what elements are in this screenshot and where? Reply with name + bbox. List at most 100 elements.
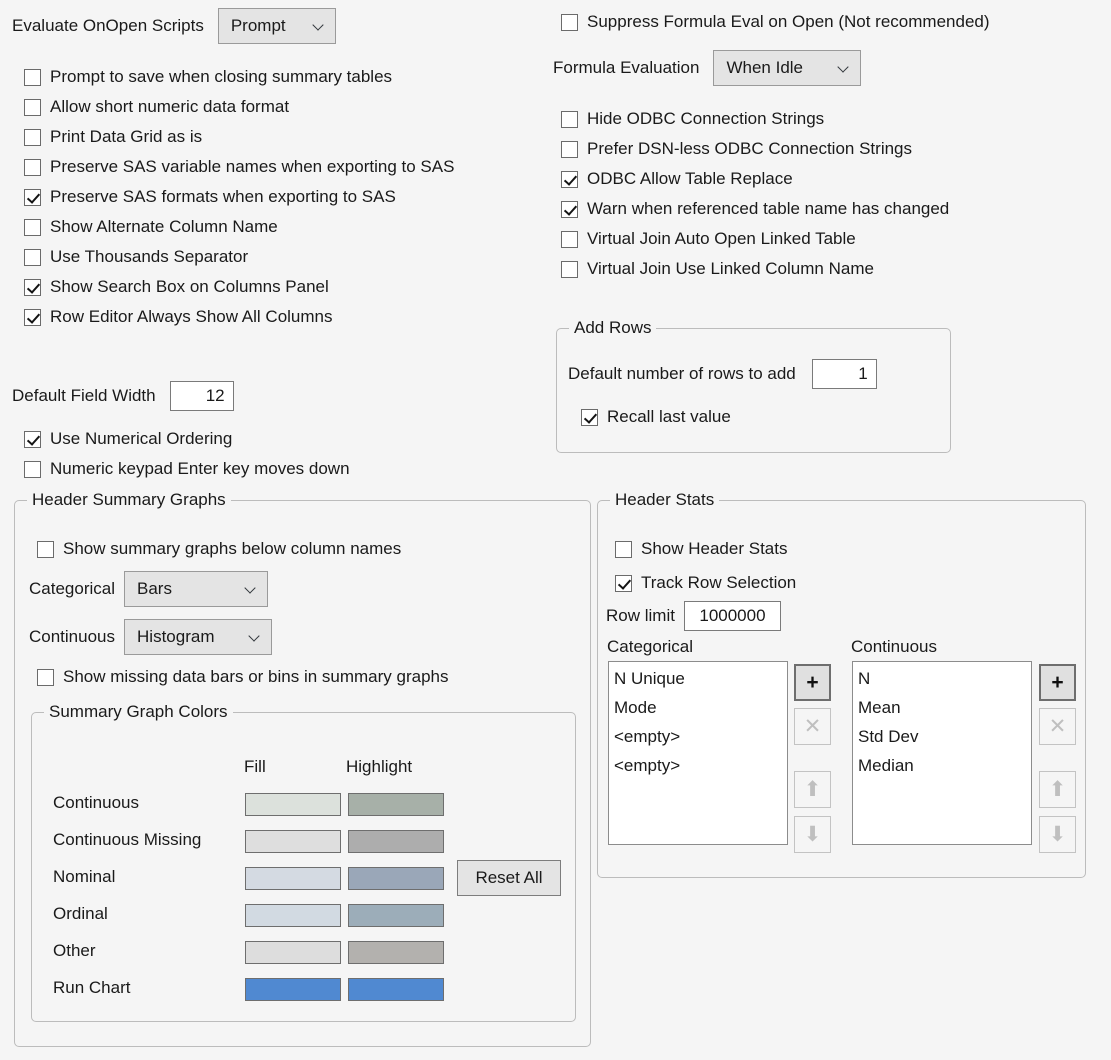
- highlight-swatch-nominal[interactable]: [348, 867, 444, 890]
- default-rows-input[interactable]: 1: [811, 359, 877, 389]
- checkbox-box[interactable]: [561, 200, 578, 218]
- categorical-move-up-button[interactable]: ⬆: [794, 771, 831, 808]
- highlight-swatch-ordinal[interactable]: [348, 904, 444, 927]
- continuous-move-down-button[interactable]: ⬇: [1039, 816, 1076, 853]
- highlight-swatch-continuous-missing[interactable]: [348, 830, 444, 853]
- checkbox-box[interactable]: [24, 158, 41, 176]
- checkbox-prefer-dsn-less-odbc[interactable]: Prefer DSN-less ODBC Connection Strings: [561, 134, 949, 164]
- evaluate-onopen-label: Evaluate OnOpen Scripts: [12, 16, 204, 35]
- checkbox-box[interactable]: [24, 98, 41, 116]
- checkbox-virtual-join-use-linked-column[interactable]: Virtual Join Use Linked Column Name: [561, 254, 949, 284]
- checkbox-box[interactable]: [37, 668, 54, 686]
- checkbox-box[interactable]: [24, 308, 41, 326]
- chevron-down-icon: [249, 631, 261, 643]
- continuous-add-button[interactable]: +: [1039, 664, 1076, 701]
- checkbox-allow-short-numeric[interactable]: Allow short numeric data format: [24, 92, 454, 122]
- checkbox-recall-last-value[interactable]: Recall last value: [581, 402, 731, 432]
- default-field-width-input[interactable]: 12: [169, 381, 234, 411]
- checkbox-box[interactable]: [24, 278, 41, 296]
- formula-evaluation-dropdown[interactable]: When Idle: [713, 50, 862, 86]
- checkbox-box[interactable]: [615, 574, 632, 592]
- reset-all-button[interactable]: Reset All: [457, 860, 561, 896]
- checkbox-box[interactable]: [24, 430, 41, 448]
- checkbox-box[interactable]: [24, 188, 41, 206]
- checkbox-odbc-allow-table-replace[interactable]: ODBC Allow Table Replace: [561, 164, 949, 194]
- checkbox-box[interactable]: [24, 248, 41, 266]
- checkbox-use-thousands-separator[interactable]: Use Thousands Separator: [24, 242, 454, 272]
- checkbox-box[interactable]: [37, 540, 54, 558]
- checkbox-box[interactable]: [561, 13, 578, 31]
- continuous-graph-dropdown[interactable]: Histogram: [124, 619, 273, 655]
- list-item[interactable]: Std Dev: [853, 722, 1031, 751]
- checkbox-label: Preserve SAS variable names when exporti…: [50, 157, 455, 176]
- evaluate-onopen-dropdown[interactable]: Prompt: [217, 8, 336, 44]
- header-summary-graphs-group: Header Summary Graphs Show summary graph…: [14, 490, 591, 1047]
- column-header-highlight: Highlight: [346, 757, 413, 776]
- left-checkbox-list: Prompt to save when closing summary tabl…: [24, 62, 454, 332]
- categorical-move-down-button[interactable]: ⬇: [794, 816, 831, 853]
- color-row-label: Continuous: [53, 793, 140, 812]
- list-item[interactable]: N: [853, 664, 1031, 693]
- plus-icon: +: [1051, 671, 1064, 694]
- checkbox-box[interactable]: [561, 260, 578, 278]
- checkbox-use-numerical-ordering[interactable]: Use Numerical Ordering: [24, 424, 350, 454]
- checkbox-show-search-box[interactable]: Show Search Box on Columns Panel: [24, 272, 454, 302]
- highlight-swatch-run-chart[interactable]: [348, 978, 444, 1001]
- continuous-remove-button[interactable]: ✕: [1039, 708, 1076, 745]
- checkbox-label: Use Numerical Ordering: [50, 429, 233, 448]
- checkbox-label: Show Alternate Column Name: [50, 217, 278, 236]
- fill-swatch-continuous[interactable]: [245, 793, 341, 816]
- checkbox-box[interactable]: [581, 408, 598, 426]
- checkbox-print-data-grid[interactable]: Print Data Grid as is: [24, 122, 454, 152]
- fill-swatch-continuous-missing[interactable]: [245, 830, 341, 853]
- checkbox-show-summary-graphs[interactable]: Show summary graphs below column names: [37, 534, 401, 564]
- continuous-stats-listbox[interactable]: N Mean Std Dev Median: [852, 661, 1032, 845]
- color-row-label: Ordinal: [53, 904, 108, 923]
- checkbox-box[interactable]: [561, 110, 578, 128]
- categorical-stats-listbox[interactable]: N Unique Mode <empty> <empty>: [608, 661, 788, 845]
- checkbox-box[interactable]: [24, 218, 41, 236]
- checkbox-box[interactable]: [561, 230, 578, 248]
- checkbox-show-missing-data-bars[interactable]: Show missing data bars or bins in summar…: [37, 662, 449, 692]
- chevron-down-icon: [313, 20, 325, 32]
- checkbox-box[interactable]: [24, 460, 41, 478]
- checkbox-hide-odbc-connection-strings[interactable]: Hide ODBC Connection Strings: [561, 104, 949, 134]
- fill-swatch-other[interactable]: [245, 941, 341, 964]
- checkbox-prompt-to-save[interactable]: Prompt to save when closing summary tabl…: [24, 62, 454, 92]
- highlight-swatch-other[interactable]: [348, 941, 444, 964]
- checkbox-numeric-keypad-enter[interactable]: Numeric keypad Enter key moves down: [24, 454, 350, 484]
- row-limit-input[interactable]: 1000000: [683, 601, 781, 631]
- list-item[interactable]: Median: [853, 751, 1031, 780]
- checkbox-box[interactable]: [561, 140, 578, 158]
- checkbox-box[interactable]: [561, 170, 578, 188]
- header-stats-group: Header Stats Show Header Stats Track Row…: [597, 490, 1086, 878]
- categorical-graph-dropdown[interactable]: Bars: [124, 571, 268, 607]
- fill-swatch-ordinal[interactable]: [245, 904, 341, 927]
- list-item[interactable]: <empty>: [609, 751, 787, 780]
- categorical-add-button[interactable]: +: [794, 664, 831, 701]
- checkbox-warn-referenced-table-name[interactable]: Warn when referenced table name has chan…: [561, 194, 949, 224]
- list-item[interactable]: <empty>: [609, 722, 787, 751]
- checkbox-box[interactable]: [24, 128, 41, 146]
- checkbox-row-editor-show-all-columns[interactable]: Row Editor Always Show All Columns: [24, 302, 454, 332]
- highlight-swatch-continuous[interactable]: [348, 793, 444, 816]
- close-icon: ✕: [803, 715, 822, 738]
- checkbox-box[interactable]: [615, 540, 632, 558]
- evaluate-onopen-row: Evaluate OnOpen Scripts Prompt: [12, 8, 336, 44]
- continuous-move-up-button[interactable]: ⬆: [1039, 771, 1076, 808]
- checkbox-preserve-sas-formats[interactable]: Preserve SAS formats when exporting to S…: [24, 182, 454, 212]
- checkbox-preserve-sas-variable-names[interactable]: Preserve SAS variable names when exporti…: [24, 152, 454, 182]
- fill-swatch-nominal[interactable]: [245, 867, 341, 890]
- list-item[interactable]: Mean: [853, 693, 1031, 722]
- checkbox-suppress-formula-eval[interactable]: Suppress Formula Eval on Open (Not recom…: [561, 7, 990, 37]
- checkbox-box[interactable]: [24, 68, 41, 86]
- checkbox-track-row-selection[interactable]: Track Row Selection: [615, 568, 796, 598]
- checkbox-show-alternate-column-name[interactable]: Show Alternate Column Name: [24, 212, 454, 242]
- checkbox-show-header-stats[interactable]: Show Header Stats: [615, 534, 787, 564]
- list-item[interactable]: N Unique: [609, 664, 787, 693]
- categorical-remove-button[interactable]: ✕: [794, 708, 831, 745]
- categorical-stats-label: Categorical: [607, 637, 693, 656]
- checkbox-virtual-join-auto-open[interactable]: Virtual Join Auto Open Linked Table: [561, 224, 949, 254]
- fill-swatch-run-chart[interactable]: [245, 978, 341, 1001]
- list-item[interactable]: Mode: [609, 693, 787, 722]
